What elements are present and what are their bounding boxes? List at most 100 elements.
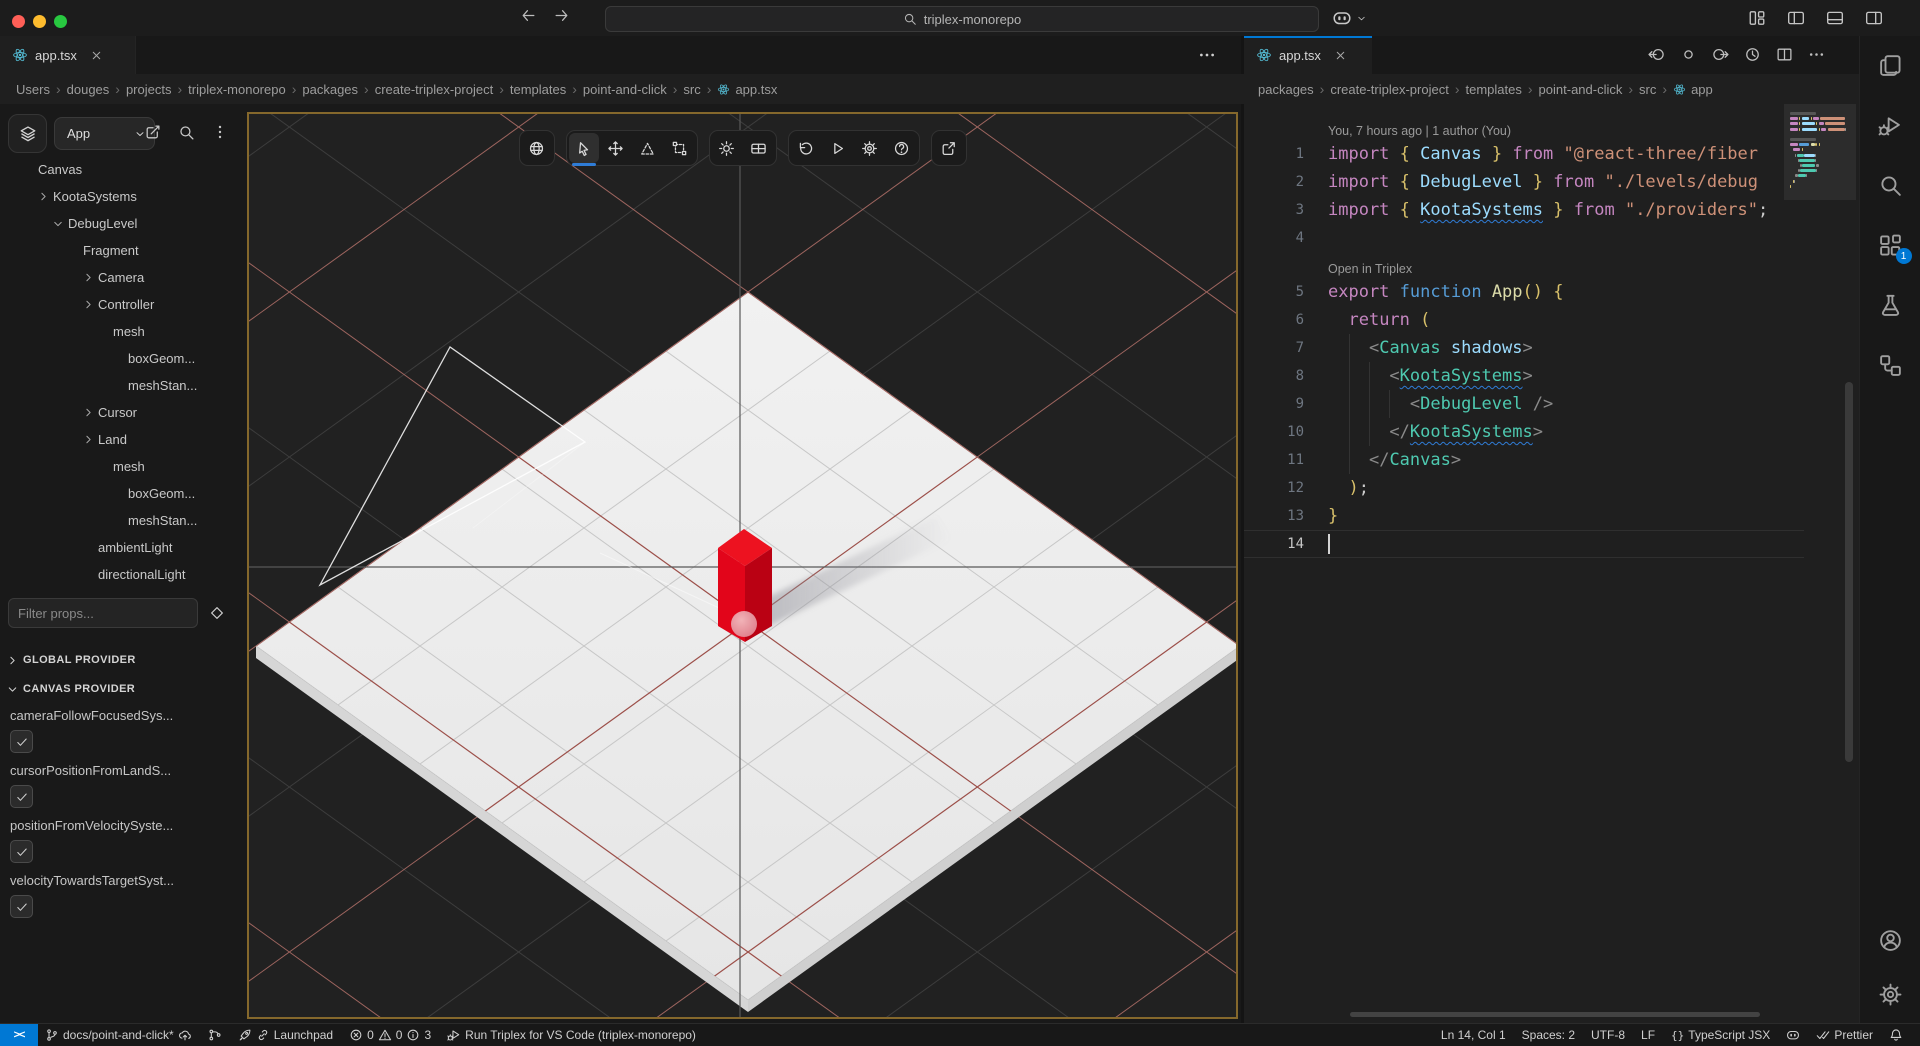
tree-item-boxgeom[interactable]: boxGeom...: [0, 345, 247, 372]
breadcrumb-item[interactable]: src: [683, 82, 700, 97]
breadcrumb-item[interactable]: packages: [1258, 82, 1314, 97]
close-icon[interactable]: [1334, 49, 1347, 62]
layers-icon[interactable]: [19, 125, 37, 143]
3d-scene[interactable]: [249, 114, 1236, 1017]
cursor-sphere[interactable]: [731, 611, 757, 637]
code-line-11[interactable]: 11 </Canvas>: [1244, 446, 1804, 474]
status-item[interactable]: [201, 1024, 229, 1046]
tool-frames-button[interactable]: [744, 133, 774, 163]
close-icon[interactable]: [90, 49, 103, 62]
code-line-5[interactable]: 5export function App() {: [1244, 278, 1804, 306]
tree-item-controller[interactable]: Controller: [0, 291, 247, 318]
status-item[interactable]: UTF-8: [1584, 1024, 1632, 1046]
tool-sun-button[interactable]: [712, 133, 742, 163]
breadcrumb-item[interactable]: Users: [16, 82, 50, 97]
tool-external-button[interactable]: [934, 133, 964, 163]
search-scene-button[interactable]: [178, 124, 195, 141]
tree-item-meshstan[interactable]: meshStan...: [0, 507, 247, 534]
code-line-12[interactable]: 12 );: [1244, 474, 1804, 502]
forward-circle-button[interactable]: [1712, 46, 1729, 63]
activity-beaker-button[interactable]: [1876, 290, 1906, 320]
breadcrumb-item[interactable]: app.tsx: [717, 82, 777, 97]
prop-checkbox[interactable]: [10, 785, 33, 808]
copilot-icon[interactable]: [1332, 8, 1352, 28]
more-options-button[interactable]: [212, 124, 228, 140]
layout-sidebar-left-button[interactable]: [1787, 9, 1805, 27]
edit-icon[interactable]: [144, 124, 161, 141]
code-line-13[interactable]: 13}: [1244, 502, 1804, 530]
code-lines[interactable]: You, 7 hours ago | 1 author (You)1import…: [1244, 114, 1804, 558]
breadcrumb-item[interactable]: projects: [126, 82, 172, 97]
vertical-scrollbar[interactable]: [1845, 382, 1853, 762]
chevron-right-icon[interactable]: [82, 298, 95, 311]
chevron-down-icon[interactable]: [1356, 13, 1367, 24]
breadcrumb-item[interactable]: templates: [510, 82, 566, 97]
zoom-window-button[interactable]: [54, 15, 67, 28]
breadcrumb-item[interactable]: triplex-monorepo: [188, 82, 286, 97]
code-line-9[interactable]: 9 <DebugLevel />: [1244, 390, 1804, 418]
breadcrumb-item[interactable]: src: [1639, 82, 1656, 97]
chevron-right-icon[interactable]: [82, 271, 95, 284]
tool-cursor-button[interactable]: [569, 133, 599, 163]
code-line-4[interactable]: 4: [1244, 224, 1804, 252]
code-editor[interactable]: You, 7 hours ago | 1 author (You)1import…: [1244, 104, 1859, 1023]
copilot-button[interactable]: [1332, 8, 1367, 28]
status-item[interactable]: [1779, 1024, 1807, 1046]
tree-item-kootasystems[interactable]: KootaSystems: [0, 183, 247, 210]
tree-item-canvas[interactable]: Canvas: [0, 156, 247, 183]
status-item[interactable]: 003: [342, 1024, 438, 1046]
tree-item-directionallight[interactable]: directionalLight: [0, 561, 247, 588]
activity-debug-run-button[interactable]: [1876, 110, 1906, 140]
layout-sidebar-right-button[interactable]: [1865, 9, 1883, 27]
tool-gear-button[interactable]: [855, 133, 885, 163]
tree-item-cursor[interactable]: Cursor: [0, 399, 247, 426]
codelens-open-in-triplex[interactable]: Open in Triplex: [1244, 252, 1804, 278]
scene-render[interactable]: [249, 114, 1236, 1017]
prop-checkbox[interactable]: [10, 895, 33, 918]
status-item[interactable]: [1882, 1024, 1910, 1046]
breadcrumb-item[interactable]: app: [1673, 82, 1713, 97]
tab-app-tsx-triplex[interactable]: app.tsx: [0, 36, 136, 74]
tree-chevron-icon[interactable]: [78, 271, 98, 284]
kebab-icon[interactable]: [212, 124, 228, 140]
tree-chevron-icon[interactable]: [52, 214, 65, 234]
breadcrumb-item[interactable]: packages: [302, 82, 358, 97]
history-button[interactable]: [1744, 46, 1761, 63]
close-window-button[interactable]: [12, 15, 25, 28]
activity-extensions-button[interactable]: 1: [1876, 230, 1906, 260]
remote-indicator[interactable]: ><: [0, 1024, 38, 1046]
minimap[interactable]: [1790, 112, 1854, 252]
ellipsis-icon[interactable]: [1198, 46, 1216, 64]
breadcrumb-item[interactable]: douges: [67, 82, 110, 97]
tree-item-mesh[interactable]: mesh: [0, 453, 247, 480]
chevron-right-icon[interactable]: [37, 190, 50, 203]
status-item[interactable]: Run Triplex for VS Code (triplex-monorep…: [440, 1024, 703, 1046]
tree-chevron-icon[interactable]: [78, 406, 98, 419]
close-icon[interactable]: [90, 49, 103, 62]
chevron-right-icon[interactable]: [82, 433, 95, 446]
tree-chevron-icon[interactable]: [78, 298, 98, 311]
layout-panel-bottom-button[interactable]: [1826, 9, 1844, 27]
tool-triangle-button[interactable]: [633, 133, 663, 163]
component-select[interactable]: App: [54, 117, 155, 150]
scene-viewport[interactable]: [247, 112, 1238, 1019]
status-item[interactable]: Spaces: 2: [1515, 1024, 1582, 1046]
horizontal-scrollbar[interactable]: [1350, 1012, 1760, 1017]
chevron-right-icon[interactable]: [6, 683, 19, 696]
tree-item-debuglevel[interactable]: DebugLevel: [0, 210, 247, 237]
nav-arrow-left-button[interactable]: [520, 7, 537, 24]
code-line-3[interactable]: 3import { KootaSystems } from "./provide…: [1244, 196, 1804, 224]
status-item[interactable]: {}TypeScript JSX: [1664, 1024, 1777, 1046]
filter-props-input[interactable]: [8, 598, 198, 628]
tree-chevron-icon[interactable]: [78, 433, 98, 446]
tree-item-camera[interactable]: Camera: [0, 264, 247, 291]
activity-gear-button[interactable]: [1876, 979, 1906, 1009]
prop-checkbox[interactable]: [10, 730, 33, 753]
tree-item-boxgeom[interactable]: boxGeom...: [0, 480, 247, 507]
status-item[interactable]: Ln 14, Col 1: [1434, 1024, 1513, 1046]
code-line-2[interactable]: 2import { DebugLevel } from "./levels/de…: [1244, 168, 1804, 196]
back-circle-button[interactable]: [1648, 46, 1665, 63]
layout-customize-button[interactable]: [1748, 9, 1766, 27]
breadcrumb-item[interactable]: create-triplex-project: [375, 82, 494, 97]
edit-component-button[interactable]: [144, 124, 161, 141]
